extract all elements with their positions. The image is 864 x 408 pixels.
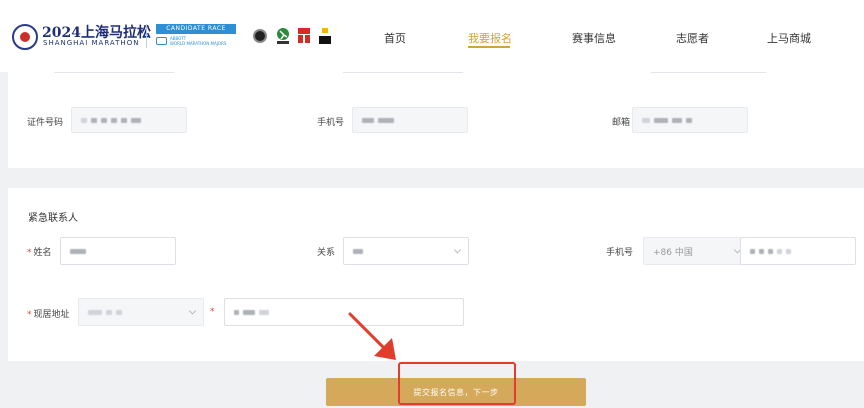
marathon-logo-icon[interactable]	[12, 24, 38, 50]
section-title: 紧急联系人	[28, 213, 78, 224]
relation-label: 关系	[317, 248, 336, 258]
nav-register[interactable]: 我要报名	[468, 30, 512, 46]
required-mark: *	[210, 307, 215, 317]
contact-name-label: * 姓名	[27, 248, 52, 258]
nav-volunteer[interactable]: 志愿者	[676, 30, 709, 46]
logo-divider	[146, 24, 147, 48]
phone-field[interactable]	[352, 107, 468, 133]
site-header: 2024上海马拉松 SHANGHAI MARATHON CANDIDATE RA…	[0, 0, 864, 72]
previous-field-border	[54, 72, 174, 73]
address-detail-field[interactable]	[224, 298, 464, 326]
candidate-race-badge: CANDIDATE RACE	[156, 24, 236, 34]
emergency-contact-card: 紧急联系人 * 姓名 关系 手机号 +86 中国 * 现居地址 *	[8, 188, 864, 361]
nav-active-indicator	[468, 46, 510, 48]
phone-label: 手机号	[317, 118, 345, 128]
previous-field-border	[343, 72, 463, 73]
contact-phone-field[interactable]	[740, 237, 856, 265]
contact-phone-label: 手机号	[606, 248, 634, 258]
email-field[interactable]	[632, 107, 748, 133]
chevron-down-icon	[188, 307, 197, 315]
sponsor-badge-icon	[253, 29, 267, 43]
sponsor-logo-black-icon	[319, 28, 331, 44]
email-label: 邮箱	[612, 118, 631, 128]
submit-next-button[interactable]: 提交报名信息，下一步	[326, 378, 586, 406]
nav-home[interactable]: 首页	[384, 30, 406, 46]
aims-runner-icon	[277, 28, 289, 44]
identity-info-card: 证件号码 手机号 邮箱	[8, 72, 864, 168]
wmm-text: WORLD MARATHON MAJORS	[170, 41, 227, 46]
chevron-down-icon	[453, 246, 462, 254]
nav-race-info[interactable]: 赛事信息	[572, 30, 616, 46]
country-code-value: +86 中国	[653, 247, 693, 258]
previous-field-border	[651, 72, 766, 73]
id-number-label: 证件号码	[27, 118, 64, 128]
country-code-select[interactable]: +86 中国	[643, 237, 749, 265]
relation-select[interactable]	[343, 237, 469, 265]
abbott-wmm-text: ABBOTT WORLD MARATHON MAJORS	[170, 36, 226, 46]
contact-name-field[interactable]	[60, 237, 176, 265]
abbott-logo-icon	[156, 37, 167, 45]
address-label: * 现居地址	[27, 310, 70, 320]
sponsor-logo-red-icon	[298, 28, 310, 43]
address-region-select[interactable]	[78, 298, 204, 326]
logo-subtitle: SHANGHAI MARATHON	[43, 39, 140, 47]
id-number-field[interactable]	[71, 107, 187, 133]
nav-shop[interactable]: 上马商城	[767, 30, 811, 46]
